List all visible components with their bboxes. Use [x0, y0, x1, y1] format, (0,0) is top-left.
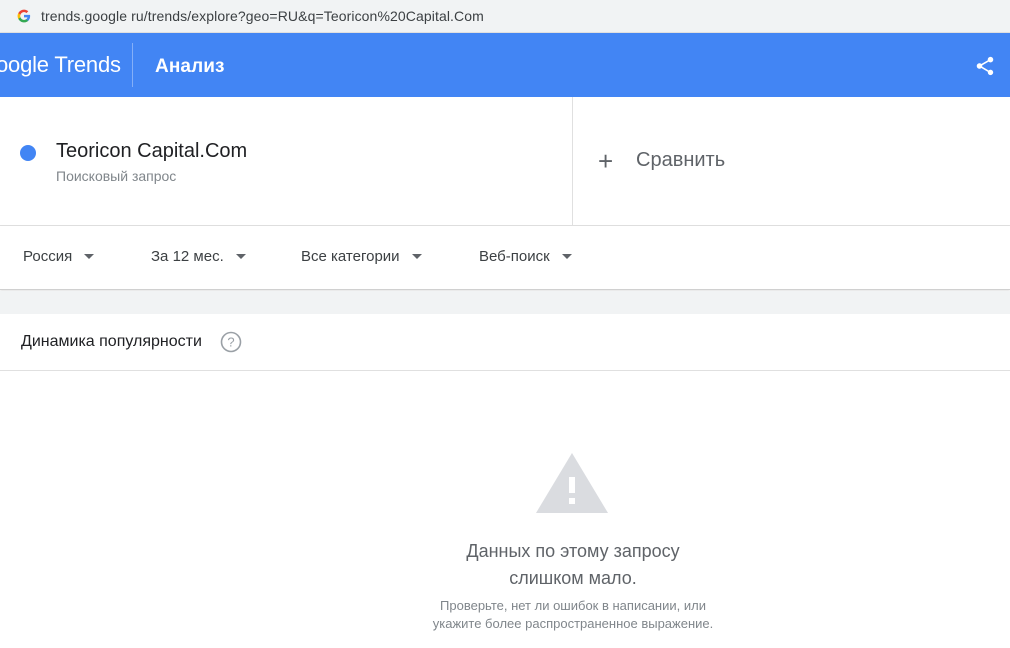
- dropdown-arrow-icon: [561, 254, 572, 259]
- filters-bar: Россия За 12 мес. Все категории Веб-поис…: [0, 226, 1010, 290]
- empty-state-hint-line2: укажите более распространенное выражение…: [432, 616, 714, 631]
- empty-state-hint: Проверьте, нет ли ошибок в написании, ил…: [0, 597, 1010, 633]
- search-term-name: Teoricon Capital.Com: [56, 140, 248, 162]
- share-button[interactable]: [970, 51, 1000, 81]
- search-terms-row: Teoricon Capital.Com Поисковый запрос + …: [0, 97, 1010, 226]
- address-bar[interactable]: trends.google ru/trends/explore?geo=RU&q…: [0, 0, 1010, 33]
- compare-label: Сравнить: [636, 149, 726, 171]
- empty-state-title: Данных по этому запросу слишком мало.: [0, 538, 1010, 592]
- share-icon: [976, 56, 994, 76]
- time-range-filter-label: За 12 мес.: [151, 248, 224, 265]
- dropdown-arrow-icon: [84, 254, 95, 259]
- empty-state-hint-line1: Проверьте, нет ли ошибок в написании, ил…: [440, 598, 706, 613]
- url-text: trends.google ru/trends/explore?geo=RU&q…: [41, 8, 484, 24]
- category-filter[interactable]: Все категории: [301, 248, 422, 265]
- card-header: Динамика популярности ?: [0, 314, 1010, 371]
- dropdown-arrow-icon: [235, 254, 246, 259]
- empty-state-title-line1: Данных по этому запросу: [466, 541, 680, 561]
- search-term-card[interactable]: Teoricon Capital.Com Поисковый запрос: [0, 97, 573, 226]
- warning-icon: [536, 453, 608, 513]
- dropdown-arrow-icon: [411, 254, 422, 259]
- header-divider: [132, 43, 133, 87]
- app-header: oogle Trends Анализ: [0, 33, 1010, 97]
- svg-text:?: ?: [227, 335, 234, 350]
- compare-button[interactable]: + Сравнить: [598, 145, 726, 176]
- google-g-icon: [17, 9, 31, 23]
- category-filter-label: Все категории: [301, 248, 400, 265]
- search-term-type: Поисковый запрос: [56, 168, 177, 184]
- plus-icon: +: [598, 145, 614, 176]
- google-trends-logo[interactable]: oogle Trends: [0, 52, 121, 78]
- region-filter[interactable]: Россия: [23, 248, 95, 265]
- term-color-dot: [20, 145, 36, 161]
- time-range-filter[interactable]: За 12 мес.: [151, 248, 246, 265]
- search-type-filter-label: Веб-поиск: [479, 248, 550, 265]
- page-title: Анализ: [155, 56, 225, 77]
- region-filter-label: Россия: [23, 248, 73, 265]
- help-icon[interactable]: ?: [220, 331, 242, 353]
- search-type-filter[interactable]: Веб-поиск: [479, 248, 572, 265]
- empty-state-title-line2: слишком мало.: [509, 568, 637, 588]
- card-title: Динамика популярности: [21, 333, 202, 350]
- section-separator: [0, 291, 1010, 314]
